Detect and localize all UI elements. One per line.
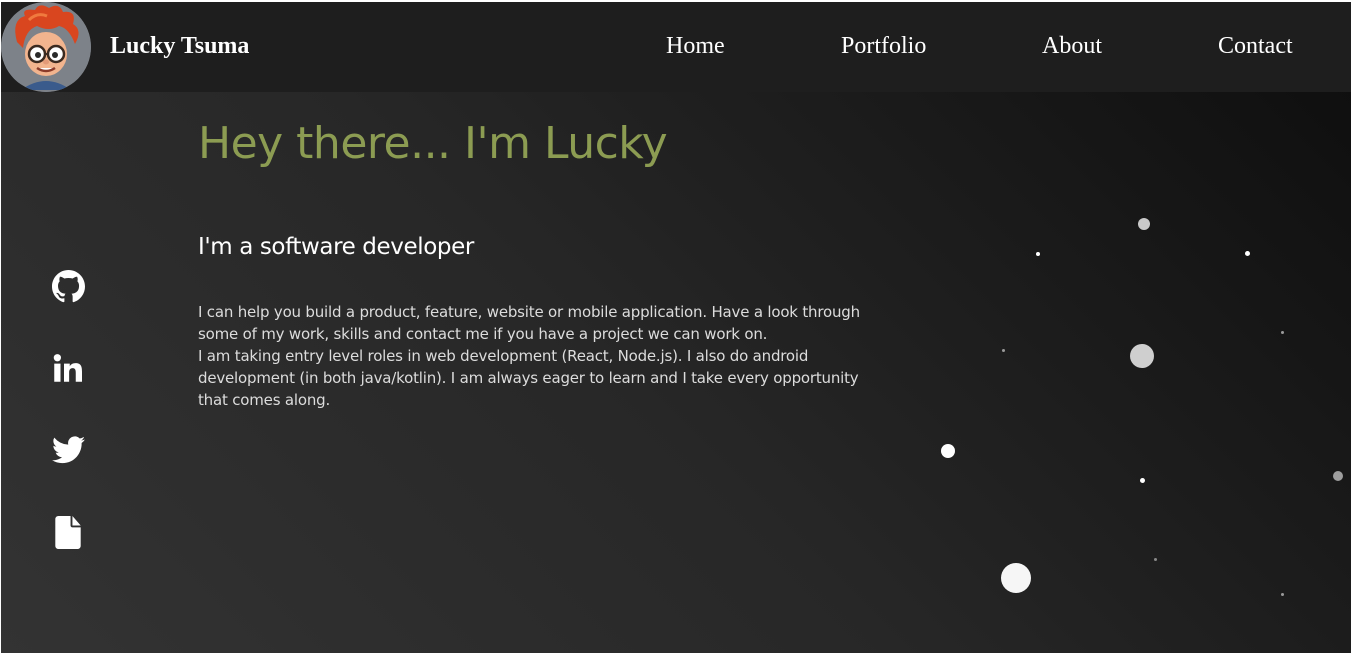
particle — [1130, 344, 1154, 368]
nav-home[interactable]: Home — [666, 33, 725, 60]
linkedin-icon[interactable] — [50, 350, 86, 386]
cartoon-avatar-image — [1, 2, 91, 92]
particle — [1001, 563, 1031, 593]
brand-name[interactable]: Lucky Tsuma — [110, 33, 249, 60]
twitter-icon[interactable] — [50, 432, 86, 468]
particle — [1245, 251, 1250, 256]
hero-subtitle: I'm a software developer — [198, 234, 474, 260]
avatar[interactable] — [1, 2, 91, 92]
nav-about[interactable]: About — [1042, 33, 1102, 60]
nav-portfolio[interactable]: Portfolio — [841, 33, 926, 60]
page-frame: Lucky Tsuma Home Portfolio About Contact — [1, 2, 1351, 653]
particle — [1281, 331, 1284, 334]
hero-description: I can help you build a product, feature,… — [198, 301, 888, 411]
hero-title: Hey there... I'm Lucky — [198, 118, 668, 169]
particle — [1138, 218, 1150, 230]
navbar: Lucky Tsuma Home Portfolio About Contact — [1, 2, 1351, 92]
particle — [1154, 558, 1157, 561]
particle — [1281, 593, 1284, 596]
nav-contact[interactable]: Contact — [1218, 33, 1293, 60]
description-paragraph: I can help you build a product, feature,… — [198, 303, 860, 343]
description-paragraph: I am taking entry level roles in web dev… — [198, 347, 859, 409]
particle — [941, 444, 955, 458]
particle — [1002, 349, 1005, 352]
file-icon[interactable] — [50, 514, 86, 550]
github-icon[interactable] — [50, 268, 86, 304]
particle — [1036, 252, 1040, 256]
particle — [1333, 471, 1343, 481]
particle — [1140, 478, 1145, 483]
